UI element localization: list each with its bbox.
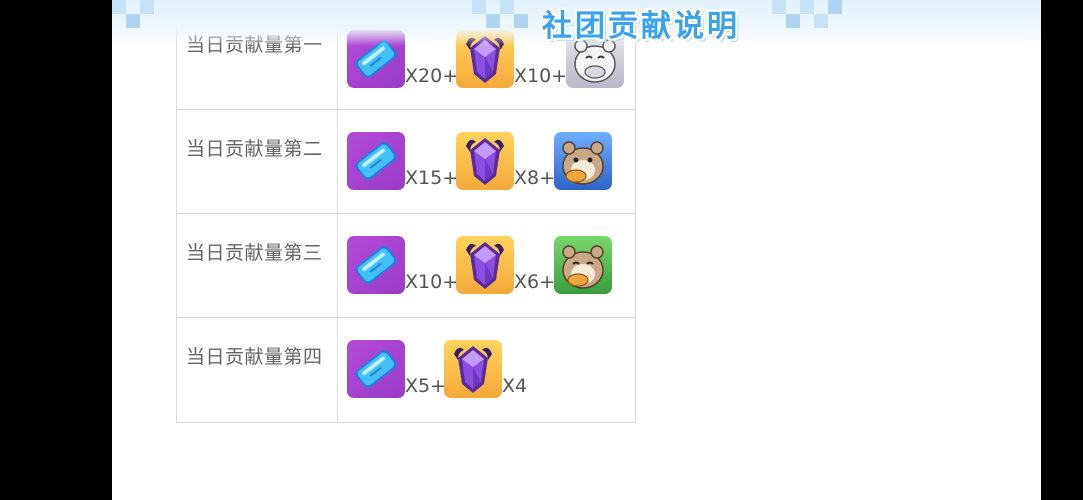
blue-card-icon — [347, 132, 405, 190]
purple-crystal-icon — [456, 132, 514, 190]
reward-count: X10+ — [405, 271, 459, 293]
purple-crystal-icon — [456, 236, 514, 294]
reward-count: X15+ — [405, 167, 459, 189]
reward-count: X20+ — [405, 65, 459, 87]
rank-label: 当日贡献量第二 — [177, 110, 338, 213]
table-row: 当日贡献量第四 X5+ X4 — [177, 318, 635, 422]
table-row: 当日贡献量第二 X15+ X8+ — [177, 110, 635, 214]
green-hamster-icon — [554, 236, 612, 294]
page-title: 社团贡献说明 — [542, 9, 740, 44]
rewards-cell: X5+ X4 — [338, 318, 635, 422]
reward-table: 当日贡献量第一 X20+ — [176, 3, 636, 423]
reward-count: X6+ — [514, 271, 556, 293]
table-row: 当日贡献量第三 X10+ X6+ — [177, 214, 635, 318]
reward-count: X4 — [502, 375, 528, 397]
reward-count: X10+ — [514, 65, 568, 87]
rewards-cell: X15+ X8+ — [338, 110, 635, 213]
blue-card-icon — [347, 340, 405, 398]
rank-label: 当日贡献量第四 — [177, 318, 338, 422]
rank-label: 当日贡献量第三 — [177, 214, 338, 317]
blue-hamster-icon — [554, 132, 612, 190]
contribution-page: 社团贡献说明 当日贡献量第一 — [112, 0, 1041, 500]
reward-count: X5+ — [405, 375, 447, 397]
header-banner: 社团贡献说明 — [112, 0, 1041, 46]
blue-card-icon — [347, 236, 405, 294]
reward-count: X8+ — [514, 167, 556, 189]
purple-crystal-icon — [444, 340, 502, 398]
rewards-cell: X10+ X6+ — [338, 214, 635, 317]
